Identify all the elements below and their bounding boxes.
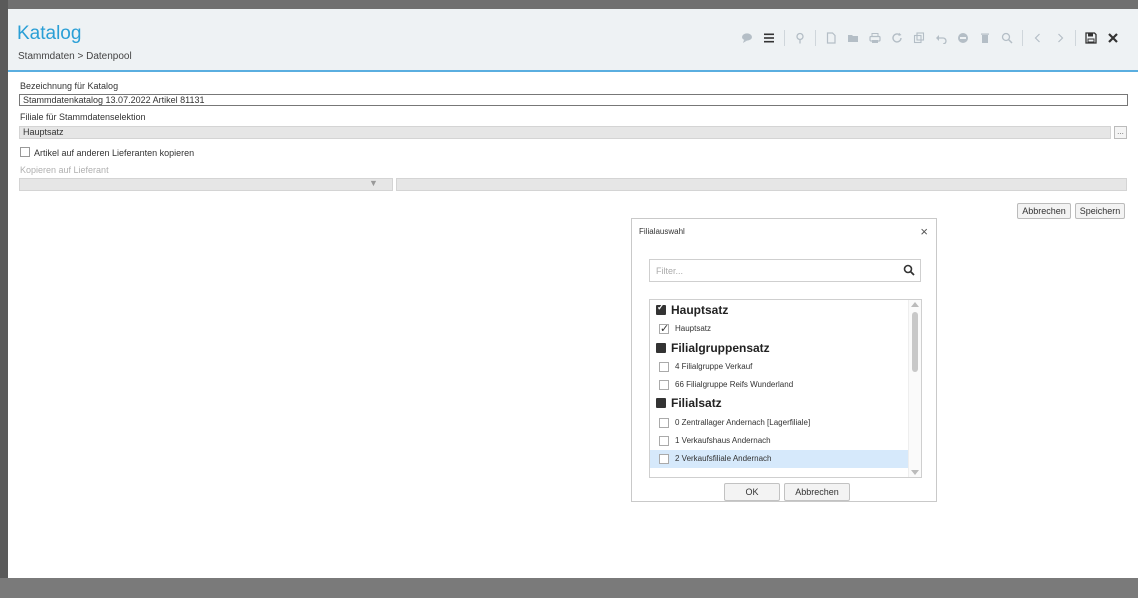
item-checkbox[interactable] <box>659 322 669 335</box>
next-icon[interactable] <box>1049 29 1071 47</box>
dialog-title: Filialauswahl <box>639 227 685 236</box>
toolbar-separator <box>1022 30 1023 46</box>
list-item[interactable]: 1 Verkaufshaus Andernach <box>650 432 908 450</box>
window-frame-top <box>0 0 1138 9</box>
toolbar <box>736 29 1124 47</box>
list-item[interactable]: 66 Filialgruppe Reifs Wunderland <box>650 376 908 394</box>
delete-icon[interactable] <box>974 29 996 47</box>
main-window: Katalog Stammdaten > Datenpool Bezeichnu… <box>8 9 1138 578</box>
list-item[interactable]: 0 Zentrallager Andernach [Lagerfiliale] <box>650 414 908 432</box>
list-item-label: Hauptsatz <box>671 303 729 317</box>
search-icon <box>903 264 915 276</box>
folder-icon[interactable] <box>842 29 864 47</box>
filter-input[interactable]: Filter... <box>649 259 921 282</box>
breadcrumb: Stammdaten > Datenpool <box>18 51 132 62</box>
list-item-label: 66 Filialgruppe Reifs Wunderland <box>675 380 794 389</box>
close-icon[interactable] <box>1102 29 1124 47</box>
item-checkbox[interactable] <box>659 436 669 446</box>
window-frame-bottom <box>0 578 1138 598</box>
toolbar-separator <box>1075 30 1076 46</box>
cancel-icon[interactable] <box>952 29 974 47</box>
toolbar-separator <box>784 30 785 46</box>
window-frame-left <box>0 0 8 598</box>
item-checkbox[interactable] <box>659 418 669 428</box>
save-button[interactable]: Speichern <box>1075 203 1125 219</box>
group-checkbox[interactable] <box>656 302 666 315</box>
new-document-icon[interactable] <box>820 29 842 47</box>
save-icon[interactable] <box>1080 29 1102 47</box>
supplier-name-field <box>396 178 1127 191</box>
copy-to-supplier-label: Kopieren auf Lieferant <box>20 165 109 175</box>
prev-icon[interactable] <box>1027 29 1049 47</box>
list-scrollbar[interactable] <box>908 300 921 477</box>
list-item[interactable]: Hauptsatz <box>650 320 908 338</box>
supplier-filter-field <box>19 178 393 191</box>
branch-selection-label: Filiale für Stammdatenselektion <box>20 112 146 122</box>
search-icon[interactable] <box>996 29 1018 47</box>
item-checkbox[interactable] <box>659 362 669 372</box>
branch-selection-button[interactable]: ... <box>1114 126 1127 139</box>
item-checkbox[interactable] <box>659 454 669 464</box>
list-icon[interactable] <box>758 29 780 47</box>
list-group-branches[interactable]: Filialsatz <box>650 395 908 413</box>
list-group-main[interactable]: Hauptsatz <box>650 302 908 320</box>
pin-icon[interactable] <box>789 29 811 47</box>
scroll-thumb[interactable] <box>912 312 918 372</box>
scroll-up-icon[interactable] <box>911 302 919 307</box>
item-checkbox[interactable] <box>659 380 669 390</box>
catalog-name-input[interactable]: Stammdatenkatalog 13.07.2022 Artikel 811… <box>19 94 1128 106</box>
comment-icon[interactable] <box>736 29 758 47</box>
print-icon[interactable] <box>864 29 886 47</box>
list-item-label: 1 Verkaufshaus Andernach <box>675 436 771 445</box>
branch-selection-field[interactable]: Hauptsatz <box>19 126 1111 139</box>
list-item-label: 4 Filialgruppe Verkauf <box>675 362 753 371</box>
dialog-cancel-button[interactable]: Abbrechen <box>784 483 850 501</box>
group-checkbox[interactable] <box>656 398 666 408</box>
list-group-branch-groups[interactable]: Filialgruppensatz <box>650 340 908 358</box>
filter-placeholder: Filter... <box>656 266 684 276</box>
copy-articles-checkbox[interactable] <box>20 147 30 157</box>
list-item-label: 0 Zentrallager Andernach [Lagerfiliale] <box>675 418 811 427</box>
page-header: Katalog Stammdaten > Datenpool <box>8 9 1138 72</box>
list-item-label: 2 Verkaufsfiliale Andernach <box>675 454 772 463</box>
copy-articles-label: Artikel auf anderen Lieferanten kopieren <box>34 148 195 158</box>
page-title: Katalog <box>17 23 82 44</box>
scroll-down-icon[interactable] <box>911 470 919 475</box>
dialog-close-button[interactable]: × <box>920 224 928 239</box>
catalog-name-label: Bezeichnung für Katalog <box>20 81 119 91</box>
toolbar-separator <box>815 30 816 46</box>
refresh-icon[interactable] <box>886 29 908 47</box>
dialog-ok-button[interactable]: OK <box>724 483 780 501</box>
group-checkbox[interactable] <box>656 343 666 353</box>
undo-icon[interactable] <box>930 29 952 47</box>
funnel-icon: ▼ <box>369 178 378 188</box>
branch-selection-dialog: Filialauswahl × Filter... Hauptsatz Haup… <box>631 218 937 502</box>
copy-icon[interactable] <box>908 29 930 47</box>
list-item-label: Filialsatz <box>671 396 722 410</box>
cancel-button[interactable]: Abbrechen <box>1017 203 1071 219</box>
list-item-label: Hauptsatz <box>675 324 712 333</box>
list-item[interactable]: 2 Verkaufsfiliale Andernach <box>650 450 908 468</box>
branch-list: Hauptsatz Hauptsatz Filialgruppensatz 4 … <box>649 299 922 478</box>
list-item-label: Filialgruppensatz <box>671 341 770 355</box>
list-item[interactable]: 4 Filialgruppe Verkauf <box>650 358 908 376</box>
